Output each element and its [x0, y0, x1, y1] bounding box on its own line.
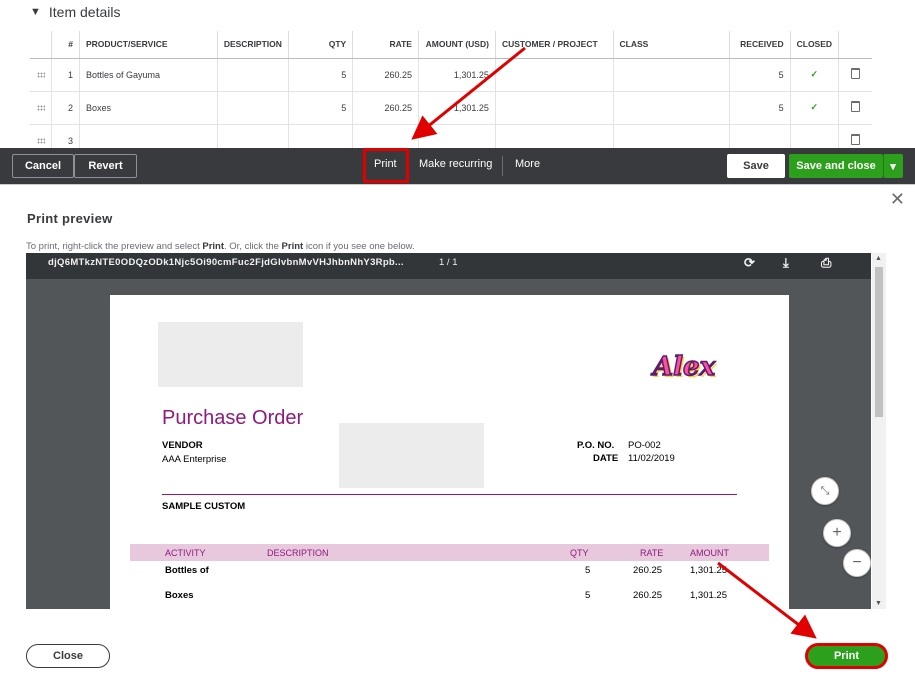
zoom-in-icon[interactable]: +: [823, 519, 851, 547]
row-class[interactable]: [613, 91, 730, 125]
vendor-label: VENDOR: [162, 440, 203, 451]
row-amount[interactable]: 1,301.25: [418, 58, 496, 92]
save-options-chevron-icon[interactable]: ▾: [883, 154, 903, 178]
drag-handle-icon[interactable]: [36, 104, 45, 111]
row-description[interactable]: [217, 58, 289, 92]
annotation-highlight-print: [363, 148, 409, 183]
row-received: 5: [729, 58, 791, 92]
table-header-row: # PRODUCT/SERVICE DESCRIPTION QTY RATE A…: [30, 31, 872, 59]
scrollbar-thumb[interactable]: [875, 267, 883, 417]
item-details-title: Item details: [48, 4, 121, 20]
drag-handle-icon[interactable]: [36, 137, 45, 144]
row-qty[interactable]: 5: [288, 58, 354, 92]
col-amount: AMOUNT (USD): [418, 31, 496, 59]
document-table-header: ACTIVITY DESCRIPTION QTY RATE AMOUNT: [130, 544, 769, 561]
row-received: 5: [729, 91, 791, 125]
make-recurring-link[interactable]: Make recurring: [419, 158, 492, 170]
address-placeholder: [339, 423, 484, 488]
brand-logo: Alex: [652, 351, 716, 383]
col-number: #: [51, 31, 80, 59]
drag-handle-icon[interactable]: [36, 71, 45, 78]
col-description: DESCRIPTION: [217, 31, 289, 59]
fit-page-icon[interactable]: ⤡: [811, 477, 839, 505]
row-class[interactable]: [613, 58, 730, 92]
save-and-close-button[interactable]: Save and close: [789, 154, 883, 178]
rotate-icon[interactable]: ⟳: [744, 255, 755, 271]
close-icon[interactable]: ✕: [890, 189, 905, 210]
col-rate: RATE: [352, 31, 419, 59]
document-line-item: Bottles of 5 260.25 1,301.25: [165, 565, 727, 576]
more-link[interactable]: More: [515, 158, 540, 170]
page-indicator: 1 / 1: [439, 257, 458, 268]
col-qty: QTY: [288, 31, 354, 59]
row-rate[interactable]: 260.25: [352, 58, 419, 92]
trash-icon[interactable]: [851, 68, 861, 79]
row-qty[interactable]: 5: [288, 91, 354, 125]
pdf-toolbar: djQ6MTkzNTE0ODQzODk1Njc5Oi90cmFuc2FjdGlv…: [26, 253, 871, 279]
date-value: 11/02/2019: [628, 453, 675, 464]
row-number: 2: [51, 91, 80, 125]
printer-icon[interactable]: ⎙: [821, 255, 831, 271]
col-product: PRODUCT/SERVICE: [79, 31, 218, 59]
collapse-triangle-icon[interactable]: ▼: [30, 6, 41, 18]
app-root: ▼ Item details # PRODUCT/SERVICE DESCRIP…: [0, 0, 915, 674]
row-number: 1: [51, 58, 80, 92]
col-class: CLASS: [613, 31, 730, 59]
table-row[interactable]: 1 Bottles of Gayuma 5 260.25 1,301.25 5 …: [30, 58, 872, 92]
print-button[interactable]: Print: [805, 643, 888, 669]
item-details-table: # PRODUCT/SERVICE DESCRIPTION QTY RATE A…: [30, 31, 872, 158]
ship-to: SAMPLE CUSTOM: [162, 501, 246, 512]
pdf-viewer[interactable]: djQ6MTkzNTE0ODQzODk1Njc5Oi90cmFuc2FjdGlv…: [26, 253, 871, 609]
modal-title: Print preview: [27, 211, 113, 226]
close-button[interactable]: Close: [26, 644, 110, 668]
row-product[interactable]: Boxes: [79, 91, 218, 125]
scroll-up-icon[interactable]: ▲: [875, 255, 882, 262]
save-button[interactable]: Save: [727, 154, 785, 178]
col-received: RECEIVED: [729, 31, 791, 59]
item-details-header[interactable]: ▼ Item details: [30, 4, 120, 20]
revert-button[interactable]: Revert: [74, 154, 137, 178]
document-line-item: Boxes 5 260.25 1,301.25: [165, 590, 727, 601]
pdf-filename: djQ6MTkzNTE0ODQzODk1Njc5Oi90cmFuc2FjdGlv…: [48, 257, 404, 268]
download-icon[interactable]: ⤓: [783, 255, 789, 271]
divider: [502, 156, 503, 176]
bottom-toolbar: Cancel Revert Print Make recurring More …: [0, 148, 915, 184]
trash-icon[interactable]: [851, 134, 861, 145]
row-description[interactable]: [217, 91, 289, 125]
print-hint: To print, right-click the preview and se…: [26, 241, 415, 252]
document-title: Purchase Order: [162, 407, 304, 429]
date-label: DATE: [593, 453, 619, 464]
col-handle: [30, 31, 53, 59]
scroll-down-icon[interactable]: ▼: [875, 600, 882, 607]
po-number-label: P.O. NO.: [577, 440, 615, 451]
vendor-name: AAA Enterprise: [162, 454, 227, 465]
table-row[interactable]: 2 Boxes 5 260.25 1,301.25 5 ✓: [30, 91, 872, 125]
col-closed: CLOSED: [790, 31, 840, 59]
viewer-scrollbar[interactable]: ▲ ▼: [872, 253, 886, 609]
divider: [162, 494, 737, 495]
pdf-page: Alex Purchase Order VENDOR AAA Enterpris…: [110, 295, 789, 609]
company-logo-placeholder: [158, 322, 303, 387]
row-customer[interactable]: [495, 91, 614, 125]
po-number-value: PO-002: [628, 440, 661, 451]
col-actions: [838, 31, 872, 59]
zoom-out-icon[interactable]: −: [843, 549, 871, 577]
closed-check-icon[interactable]: ✓: [790, 91, 840, 125]
cancel-button[interactable]: Cancel: [12, 154, 74, 178]
row-rate[interactable]: 260.25: [352, 91, 419, 125]
row-customer[interactable]: [495, 58, 614, 92]
col-customer: CUSTOMER / PROJECT: [495, 31, 614, 59]
trash-icon[interactable]: [851, 101, 861, 112]
print-preview-modal: Print preview ✕ To print, right-click th…: [0, 184, 915, 674]
row-product[interactable]: Bottles of Gayuma: [79, 58, 218, 92]
row-amount[interactable]: 1,301.25: [418, 91, 496, 125]
closed-check-icon[interactable]: ✓: [790, 58, 840, 92]
